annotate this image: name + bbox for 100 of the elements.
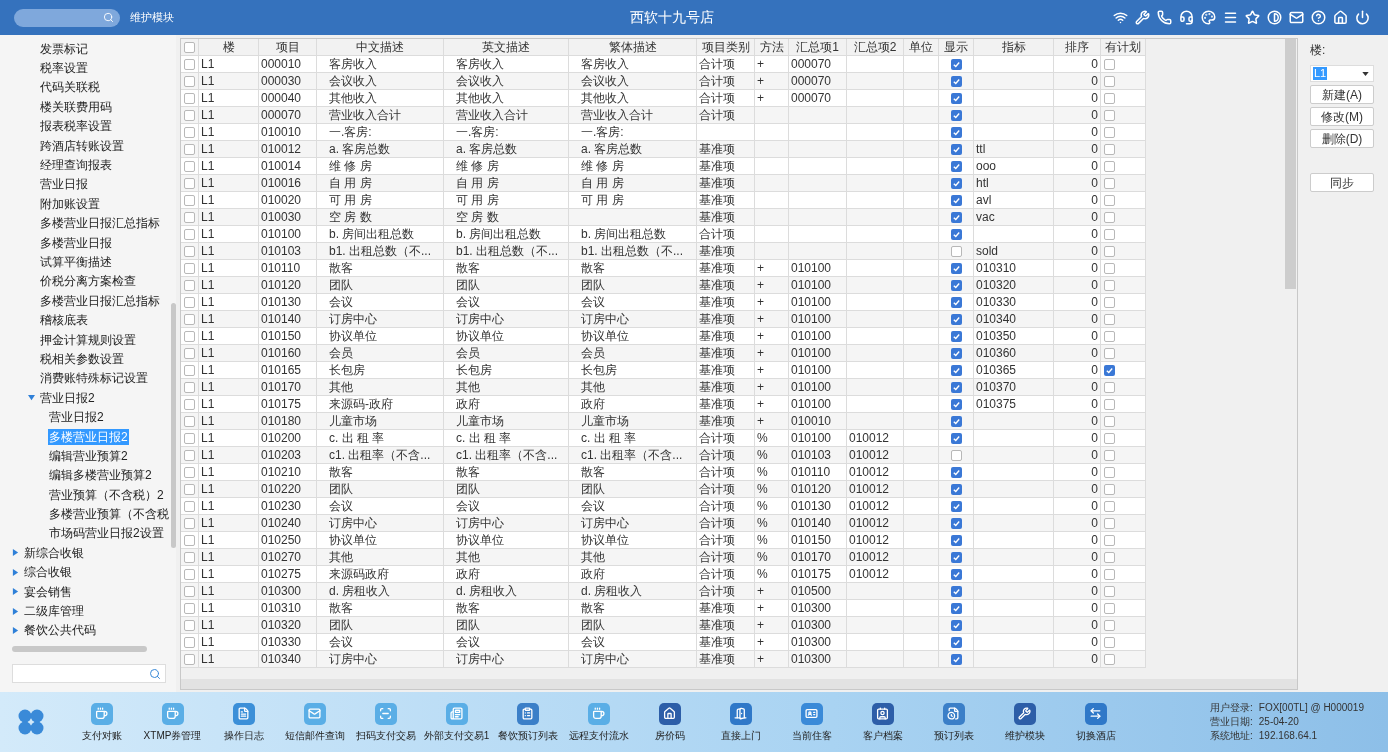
checkbox[interactable] xyxy=(950,551,962,563)
swap-icon[interactable] xyxy=(1084,702,1107,725)
sidebar-item[interactable]: 营业日报2 xyxy=(48,409,105,426)
column-header[interactable]: 方法 xyxy=(755,39,789,56)
cup-icon[interactable] xyxy=(161,702,184,725)
checkbox[interactable] xyxy=(1104,500,1115,512)
checkbox[interactable] xyxy=(184,109,195,121)
column-header[interactable]: 项目类别 xyxy=(697,39,755,56)
shortcut-label[interactable]: 餐饮预订列表 xyxy=(497,729,558,742)
shortcut-label[interactable]: 客户档案 xyxy=(862,729,903,742)
checkbox[interactable] xyxy=(950,143,962,155)
checkbox[interactable] xyxy=(184,602,195,614)
checkbox[interactable] xyxy=(1104,449,1115,461)
sidebar-item[interactable]: 新综合收银 xyxy=(23,544,85,561)
column-header[interactable]: 汇总项2 xyxy=(847,39,904,56)
sidebar-item[interactable]: 餐饮公共代码 xyxy=(23,622,97,639)
checkbox[interactable] xyxy=(184,568,195,580)
cup-icon[interactable] xyxy=(90,702,113,725)
checkbox[interactable] xyxy=(950,381,962,393)
wrench-icon[interactable] xyxy=(1013,702,1036,725)
checkbox[interactable] xyxy=(1104,58,1115,70)
caret-icon[interactable] xyxy=(12,607,19,615)
checkbox[interactable] xyxy=(1104,551,1115,563)
checkbox[interactable] xyxy=(950,296,962,308)
checkbox[interactable] xyxy=(1104,636,1115,648)
shortcut-label[interactable]: 预订列表 xyxy=(933,729,974,742)
checkbox[interactable] xyxy=(950,534,962,546)
column-header[interactable]: 显示 xyxy=(939,39,974,56)
column-header[interactable]: 中文描述 xyxy=(317,39,444,56)
caret-icon[interactable] xyxy=(12,626,19,634)
checkbox[interactable] xyxy=(1104,92,1115,104)
checkbox[interactable] xyxy=(184,347,195,359)
sidebar-item[interactable]: 稽核底表 xyxy=(39,312,89,329)
shortcut-label[interactable]: 切换酒店 xyxy=(1075,729,1116,742)
shortcut-label[interactable]: 支付对账 xyxy=(81,729,122,742)
checkbox[interactable] xyxy=(1104,347,1115,359)
sidebar-item[interactable]: 试算平衡描述 xyxy=(39,254,113,270)
checkbox[interactable] xyxy=(950,228,962,240)
power-icon[interactable] xyxy=(1355,10,1370,25)
scrollbar-thumb[interactable] xyxy=(171,303,176,548)
checkbox[interactable] xyxy=(1104,194,1115,206)
checkbox[interactable] xyxy=(184,619,195,631)
checkbox[interactable] xyxy=(184,160,195,172)
checkbox[interactable] xyxy=(184,330,195,342)
shortcut-label[interactable]: XTMP券管理 xyxy=(143,729,202,742)
checkbox[interactable] xyxy=(1104,517,1115,529)
checkbox[interactable] xyxy=(950,398,962,410)
checkbox[interactable] xyxy=(950,415,962,427)
shortcut-label[interactable]: 直接上门 xyxy=(720,729,761,742)
wifi-icon[interactable] xyxy=(1113,10,1128,25)
checkbox[interactable] xyxy=(950,432,962,444)
checkbox[interactable] xyxy=(184,432,195,444)
contrast-icon[interactable] xyxy=(1267,10,1282,25)
checkbox[interactable] xyxy=(1104,466,1115,478)
sidebar-item[interactable]: 价税分离方案检查 xyxy=(39,273,137,290)
checkbox[interactable] xyxy=(184,126,195,138)
home-icon[interactable] xyxy=(1333,10,1348,25)
action-button[interactable]: 新建(A) xyxy=(1310,85,1374,104)
checkbox[interactable] xyxy=(950,568,962,580)
sidebar-item[interactable]: 发票标记 xyxy=(39,40,89,57)
shortcut-label[interactable]: 操作日志 xyxy=(223,729,264,742)
sidebar-item[interactable]: 跨酒店转账设置 xyxy=(39,137,125,154)
checkbox[interactable] xyxy=(184,483,195,495)
caret-icon[interactable] xyxy=(28,394,35,402)
checkbox[interactable] xyxy=(1104,602,1115,614)
checkbox[interactable] xyxy=(184,534,195,546)
checkbox[interactable] xyxy=(1104,415,1115,427)
checkbox[interactable] xyxy=(950,602,962,614)
checkbox[interactable] xyxy=(184,313,195,325)
checkbox[interactable] xyxy=(184,194,195,206)
checkbox[interactable] xyxy=(1104,534,1115,546)
sidebar-item[interactable]: 营业日报2 xyxy=(39,389,96,406)
checkbox[interactable] xyxy=(1104,228,1115,240)
sidebar-item[interactable]: 营业日报 xyxy=(39,176,89,193)
horizontal-scrollbar[interactable] xyxy=(181,679,1297,689)
checkbox[interactable] xyxy=(184,143,195,155)
sidebar-item[interactable]: 附加账设置 xyxy=(39,195,101,212)
caret-icon[interactable] xyxy=(12,549,19,557)
document-icon[interactable] xyxy=(942,702,965,725)
checkbox[interactable] xyxy=(950,347,962,359)
checkbox[interactable] xyxy=(950,449,962,461)
checkbox[interactable] xyxy=(950,466,962,478)
help-icon[interactable] xyxy=(1311,10,1326,25)
checkbox[interactable] xyxy=(1104,296,1115,308)
checkbox[interactable] xyxy=(184,585,195,597)
checkbox[interactable] xyxy=(184,449,195,461)
checkbox[interactable] xyxy=(1104,75,1115,87)
mail-icon[interactable] xyxy=(303,702,326,725)
checkbox[interactable] xyxy=(950,500,962,512)
checkbox[interactable] xyxy=(1104,585,1115,597)
checkbox[interactable] xyxy=(184,228,195,240)
column-header[interactable]: 项目 xyxy=(259,39,317,56)
checkbox[interactable] xyxy=(1104,313,1115,325)
checkbox[interactable] xyxy=(1104,279,1115,291)
clipboard-icon[interactable] xyxy=(516,702,539,725)
sidebar-item[interactable]: 编辑多楼营业预算2 xyxy=(48,467,153,484)
scan-icon[interactable] xyxy=(374,702,397,725)
checkbox[interactable] xyxy=(950,636,962,648)
checkbox[interactable] xyxy=(184,364,195,376)
sidebar-item[interactable]: 营业预算（不含税）2 xyxy=(48,486,165,503)
